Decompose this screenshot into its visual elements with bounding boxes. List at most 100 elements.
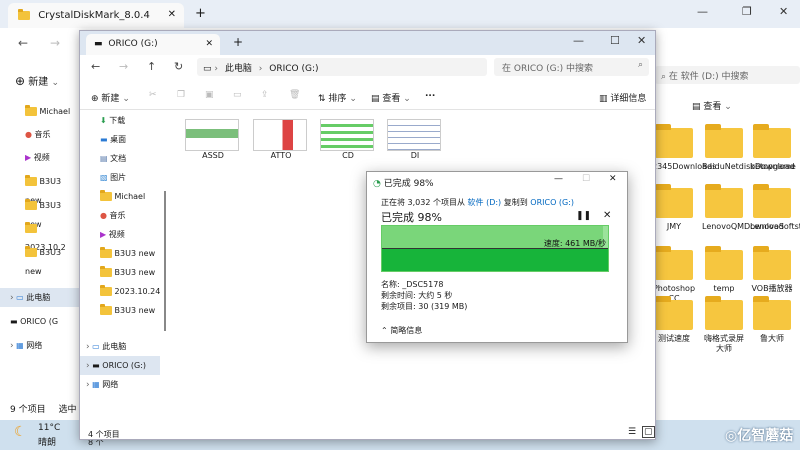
forward-arrow-icon[interactable]: → <box>119 60 128 73</box>
maximize-icon[interactable]: ☐ <box>610 34 620 47</box>
less-info-button[interactable]: ⌃ 简略信息 <box>381 325 422 336</box>
sidebar-item-folder[interactable]: B3U3 new <box>25 196 80 229</box>
folder-item[interactable]: 2345Downloads <box>652 124 716 172</box>
nav-scrollbar[interactable] <box>164 191 166 331</box>
back-view-button[interactable]: ▤ 查看 ⌄ <box>692 99 732 112</box>
more-button[interactable]: ... <box>425 89 435 99</box>
rename-icon[interactable]: ▭ <box>233 90 242 100</box>
view-label: 查看 <box>703 102 722 112</box>
sidebar-item-folder[interactable]: B3U3 new <box>25 243 80 276</box>
address-bar[interactable]: ▭ › 此电脑 › ORICO (G:) <box>197 58 487 76</box>
delete-icon[interactable]: 🗑 <box>289 90 300 100</box>
nav-item-orico[interactable]: › ▬ ORICO (G:) <box>80 356 160 375</box>
folder-icon <box>753 296 791 330</box>
sidebar-item-orico[interactable]: ▬ ORICO (G <box>10 312 58 331</box>
minimize-icon[interactable]: — <box>573 34 584 47</box>
nav-item-network[interactable]: › ▦ 网络 <box>86 375 118 394</box>
sidebar-item-folder[interactable]: B3U3 new <box>25 172 80 205</box>
front-search-box[interactable]: 在 ORICO (G:) 中搜索 ⌕ <box>494 58 649 76</box>
back-tab-title: CrystalDiskMark_8.0.4 <box>38 10 150 21</box>
sort-button[interactable]: ⇅ 排序 ⌄ <box>318 91 357 104</box>
folder-item[interactable]: 鲁大师 <box>750 296 794 344</box>
file-item[interactable]: ASSD <box>185 119 241 160</box>
folder-item[interactable]: JMY <box>652 184 696 232</box>
folder-icon <box>705 184 743 218</box>
close-window-icon[interactable]: ✕ <box>637 34 646 47</box>
back-status-bar: 9 个项目 选中 <box>10 402 76 415</box>
new-button[interactable]: ⊕ 新建 ⌄ <box>15 73 59 88</box>
folder-item[interactable]: VOB播放器 <box>750 246 794 294</box>
up-arrow-icon[interactable]: ↑ <box>147 60 156 73</box>
file-item[interactable]: CD <box>320 119 376 160</box>
close-window-icon[interactable]: ✕ <box>779 5 788 18</box>
chevron-right-icon: › <box>86 342 90 352</box>
nav-item-folder[interactable]: B3U3 new <box>100 244 155 263</box>
sidebar-item-network[interactable]: › ▦ 网络 <box>10 336 42 355</box>
breadcrumb-orico[interactable]: ORICO (G:) <box>269 64 318 74</box>
folder-item[interactable]: temp <box>702 246 746 294</box>
nav-item-this-pc[interactable]: › ▭ 此电脑 <box>86 337 126 356</box>
time-remaining: 剩余时间: 大约 5 秒 <box>381 291 453 300</box>
sidebar-item-this-pc[interactable]: › ▭ 此电脑 <box>0 288 80 307</box>
nav-item-downloads[interactable]: ⬇ 下载 <box>100 111 125 130</box>
nav-item-folder[interactable]: 2023.10.24 复 <box>100 282 162 315</box>
chevron-right-icon: › <box>10 341 14 351</box>
folder-item[interactable]: LenovoQMDownload <box>702 184 784 232</box>
folder-icon <box>705 246 743 280</box>
back-search-box[interactable]: ⌕ 在 软件 (D:) 中搜索 <box>655 66 800 84</box>
folder-icon <box>753 124 791 158</box>
refresh-icon[interactable]: ↻ <box>174 60 183 73</box>
nav-item-documents[interactable]: ▤ 文档 <box>100 149 126 168</box>
close-icon[interactable]: ✕ <box>205 39 213 49</box>
pause-icon[interactable]: ❚❚ <box>576 211 591 221</box>
nav-item-video[interactable]: ▶ 视频 <box>100 225 125 244</box>
pc-icon: ▭ <box>203 64 212 74</box>
source-link[interactable]: 软件 (D:) <box>468 198 502 207</box>
folder-item[interactable]: BaiduNetdiskDownload <box>702 124 795 172</box>
folder-label: temp <box>713 284 735 293</box>
nav-item-michael[interactable]: Michael <box>100 187 145 206</box>
front-tab[interactable]: ▬ ORICO (G:) ✕ <box>86 34 220 55</box>
drive-icon: ▬ <box>92 361 100 370</box>
back-arrow-icon[interactable]: ← <box>18 36 28 50</box>
file-item[interactable]: ATTO <box>253 119 309 160</box>
new-tab-icon[interactable]: + <box>233 35 243 49</box>
back-tab[interactable]: CrystalDiskMark_8.0.4 ✕ <box>8 3 184 28</box>
sidebar-item-michael[interactable]: Michael <box>25 102 70 121</box>
details-button[interactable]: ▥ 详细信息 <box>599 91 646 104</box>
destination-link[interactable]: ORICO (G:) <box>530 198 574 207</box>
list-view-icon[interactable]: ☰ <box>628 427 636 437</box>
new-tab-icon[interactable]: + <box>195 6 206 21</box>
paste-icon[interactable]: ▣ <box>205 90 214 100</box>
folder-item[interactable]: 嗨格式录屏大师 <box>702 296 746 354</box>
close-icon[interactable]: ✕ <box>168 9 176 20</box>
cut-icon[interactable]: ✂ <box>149 90 157 100</box>
folder-item[interactable]: LenovoSoftstore <box>750 184 800 232</box>
folder-label: 测试速度 <box>658 334 690 343</box>
share-icon[interactable]: ⇪ <box>261 90 269 100</box>
forward-arrow-icon[interactable]: → <box>50 36 60 50</box>
file-item[interactable]: DI <box>387 119 443 160</box>
back-arrow-icon[interactable]: ← <box>91 60 100 73</box>
close-window-icon[interactable]: ✕ <box>609 174 617 184</box>
nav-item-folder[interactable]: B3U3 new <box>100 263 155 282</box>
grid-view-icon[interactable]: ▢ <box>642 426 655 438</box>
folder-icon <box>655 184 693 218</box>
nav-item-folder[interactable]: B3U3 new <box>100 301 155 320</box>
sidebar-item-video[interactable]: ▶ 视频 <box>25 148 50 167</box>
minimize-icon[interactable]: — <box>697 5 708 18</box>
view-button[interactable]: ▤ 查看 ⌄ <box>371 91 411 104</box>
minimize-icon[interactable]: — <box>554 174 563 184</box>
sidebar-item-music[interactable]: ● 音乐 <box>25 125 51 144</box>
sidebar-item-folder[interactable]: 2023.10.2 <box>25 219 80 252</box>
folder-item[interactable]: 测试速度 <box>652 296 696 344</box>
cancel-icon[interactable]: ✕ <box>603 210 611 221</box>
breadcrumb-this-pc[interactable]: 此电脑 <box>225 64 252 74</box>
nav-item-music[interactable]: ● 音乐 <box>100 206 126 225</box>
maximize-icon[interactable]: ❐ <box>742 5 752 18</box>
copy-icon[interactable]: ❐ <box>177 90 185 100</box>
folder-item[interactable]: betopgame <box>750 124 796 172</box>
nav-item-desktop[interactable]: ▬ 桌面 <box>100 130 126 149</box>
front-new-button[interactable]: ⊕ 新建 ⌄ <box>91 91 130 104</box>
nav-item-pictures[interactable]: ▧ 图片 <box>100 168 126 187</box>
